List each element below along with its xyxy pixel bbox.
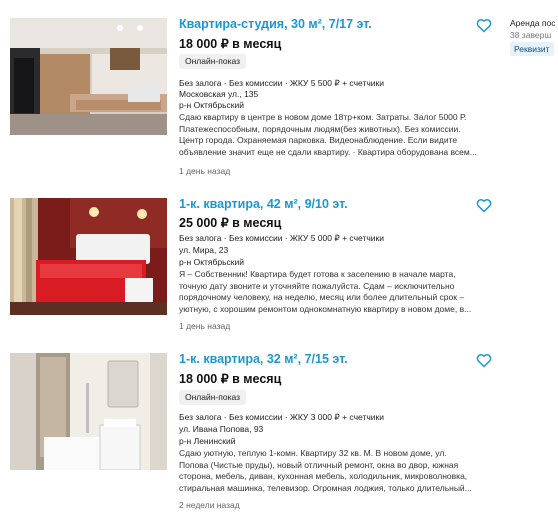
listing-price: 25 000 ₽ в месяц bbox=[179, 216, 282, 230]
listing-description: Сдаю уютную, теплую 1-комн. Квартиру 32 … bbox=[179, 448, 491, 494]
description-line: порядочному человеку, на неделю, месяц и… bbox=[179, 292, 465, 303]
heart-outline-icon[interactable] bbox=[476, 18, 492, 33]
heart-outline-icon[interactable] bbox=[476, 198, 492, 213]
listing-district: р-н Октябрьский bbox=[179, 257, 245, 267]
heart-outline-icon[interactable] bbox=[476, 353, 492, 368]
listing-time: 1 день назад bbox=[179, 166, 231, 176]
description-line: точную дату звоните и уточняйте пожалуйс… bbox=[179, 280, 455, 291]
seller-subtitle: 38 заверш bbox=[510, 30, 552, 40]
online-show-badge: Онлайн-показ bbox=[179, 390, 247, 405]
description-line: Сдаю квартиру в центре в новом доме 18тр… bbox=[179, 112, 467, 122]
listing-address[interactable]: Московская ул., 135 bbox=[179, 89, 258, 100]
listing-address[interactable]: ул. Мира, 23 bbox=[179, 245, 228, 256]
description-line: уютную, с хорошим ремонтом однокомнатную… bbox=[179, 303, 472, 314]
listing-photo[interactable] bbox=[10, 18, 167, 135]
listing-description: Я – Собственник! Квартира будет готова к… bbox=[179, 269, 491, 315]
description-line: Сдаю уютную, теплую 1-комн. Квартиру 32 … bbox=[179, 448, 447, 458]
listing-price: 18 000 ₽ в месяц bbox=[179, 372, 282, 386]
listing-price: 18 000 ₽ в месяц bbox=[179, 37, 282, 51]
listing-terms: Без залога · Без комиссии · ЖКУ 5 500 ₽ … bbox=[179, 78, 384, 88]
listing-photo[interactable] bbox=[10, 353, 167, 470]
listing-title[interactable]: 1-к. квартира, 32 м², 7/15 эт. bbox=[179, 352, 348, 366]
seller-name[interactable]: Аренда пос bbox=[510, 18, 555, 28]
listing-time: 1 день назад bbox=[179, 321, 231, 331]
seller-badge: Реквизит bbox=[510, 42, 554, 56]
description-line: Платежеспособным, порядочным людям(без ж… bbox=[179, 123, 461, 134]
listing-district: р-н Октябрьский bbox=[179, 100, 245, 110]
listing-time: 2 недели назад bbox=[179, 500, 240, 510]
listing-district: р-н Ленинский bbox=[179, 436, 236, 446]
description-line: Я – Собственник! Квартира будет готова к… bbox=[179, 269, 456, 279]
description-line: сторона, мебель, диван, кухонная мебель,… bbox=[179, 471, 468, 482]
listing-photo[interactable] bbox=[10, 198, 167, 315]
description-line: Центр города. Охраняемая парковка. Видео… bbox=[179, 135, 458, 146]
listing-title[interactable]: 1-к. квартира, 42 м², 9/10 эт. bbox=[179, 197, 348, 211]
description-line: стиральная машинка, телевизор. Огромная … bbox=[179, 482, 472, 493]
listing-title[interactable]: Квартира-студия, 30 м², 7/17 эт. bbox=[179, 17, 372, 31]
listing-description: Сдаю квартиру в центре в новом доме 18тр… bbox=[179, 112, 491, 158]
listing-terms: Без залога · Без комиссии · ЖКУ 3 000 ₽ … bbox=[179, 412, 384, 422]
online-show-badge: Онлайн-показ bbox=[179, 54, 247, 69]
listing-address[interactable]: ул. Ивана Попова, 93 bbox=[179, 424, 263, 435]
description-line: объявление значит еще не сдали квартиру.… bbox=[179, 146, 477, 157]
description-line: Попова (Чистые пруды), новый отличный ре… bbox=[179, 459, 459, 470]
listing-terms: Без залога · Без комиссии · ЖКУ 5 000 ₽ … bbox=[179, 233, 384, 243]
